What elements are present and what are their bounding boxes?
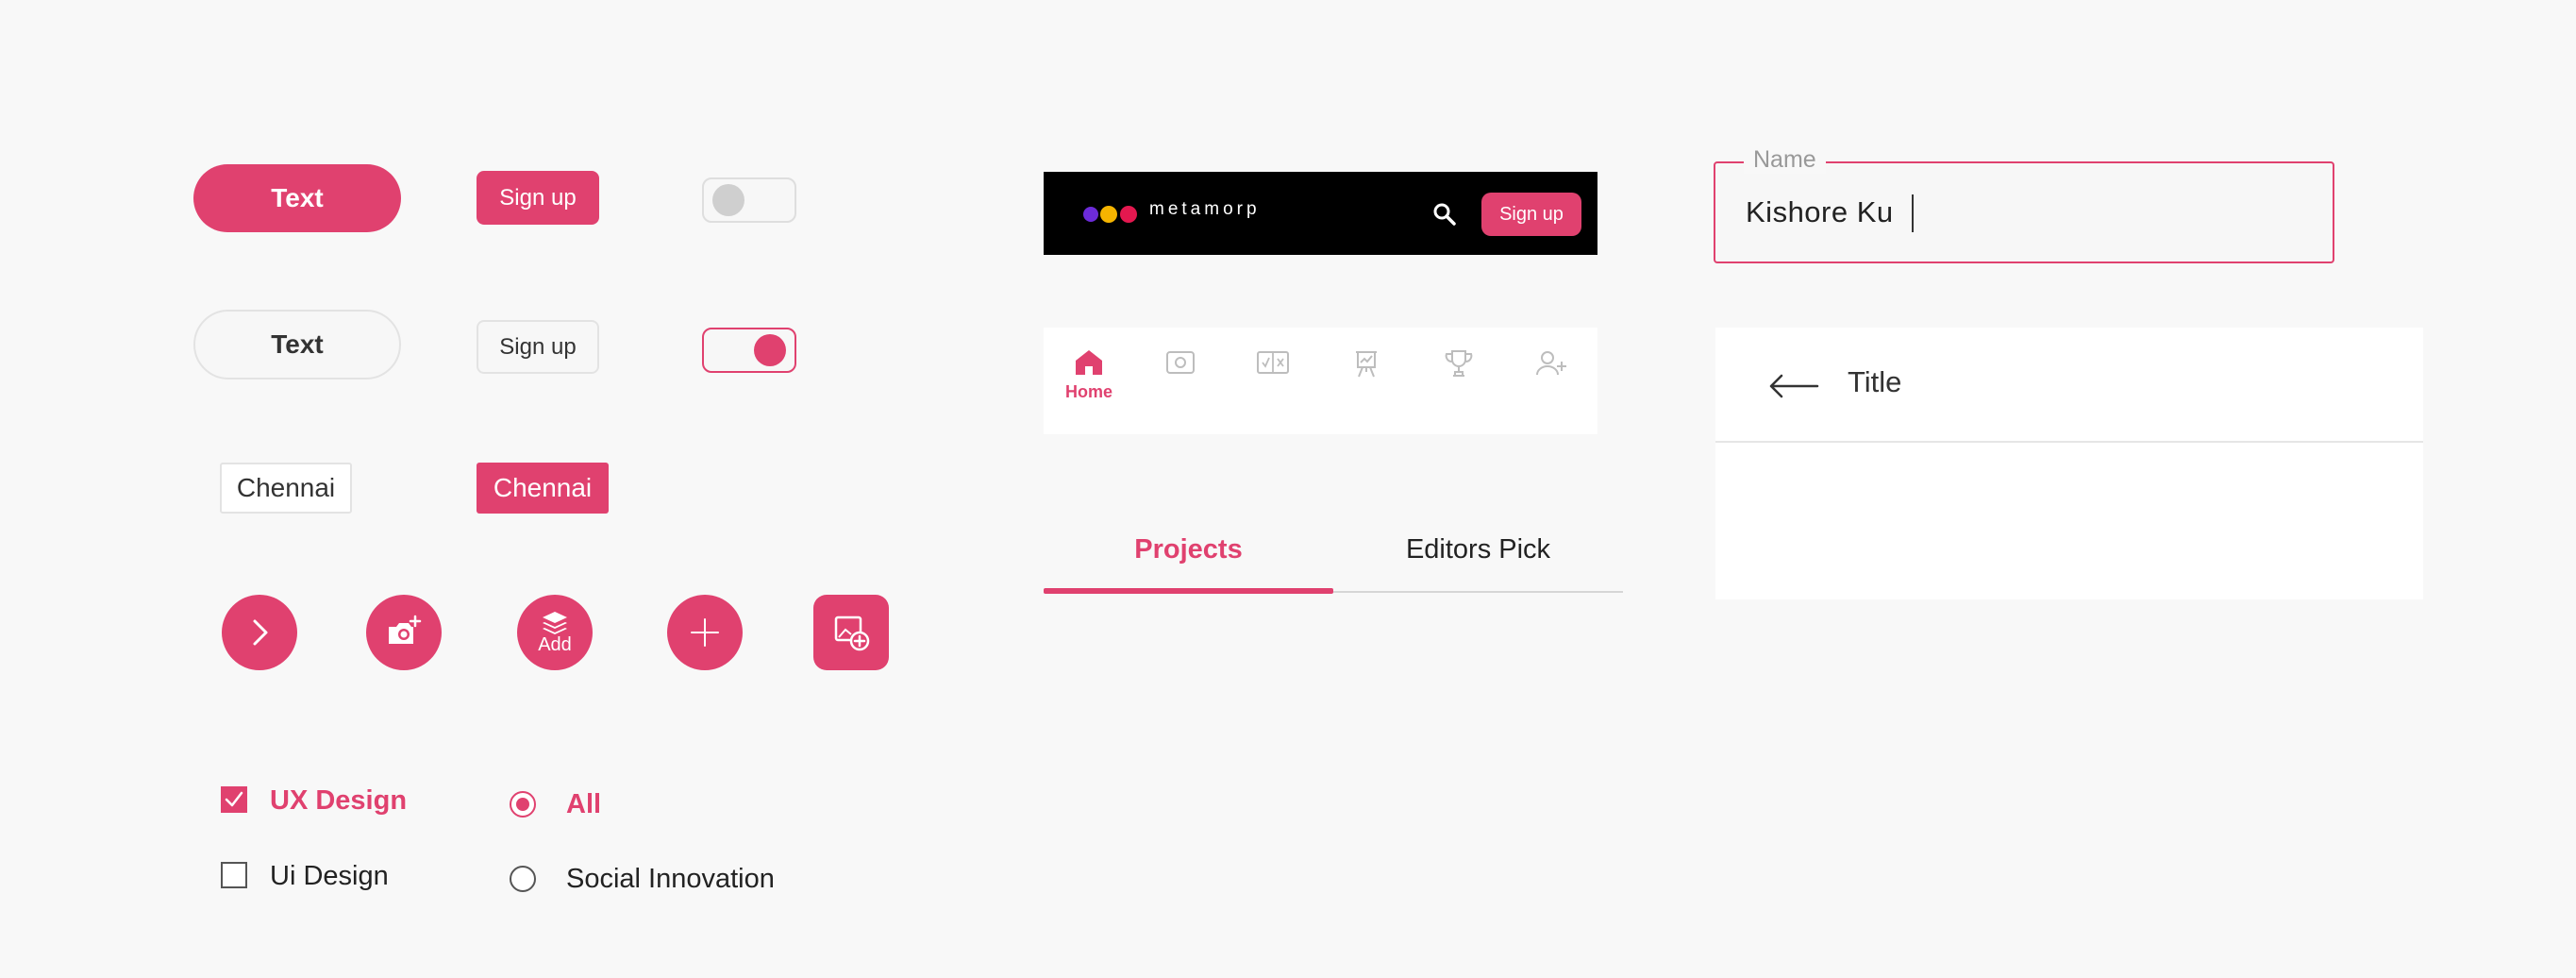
text-pill-button-filled[interactable]: Text bbox=[193, 164, 401, 232]
name-field[interactable]: Name Kishore Ku bbox=[1714, 146, 2334, 263]
arrow-left-icon[interactable] bbox=[1768, 373, 1819, 399]
camera-add-fab-button[interactable] bbox=[366, 595, 442, 670]
plus-icon bbox=[691, 618, 719, 647]
toggle-switch-on[interactable] bbox=[702, 328, 796, 373]
next-fab-button[interactable] bbox=[222, 595, 297, 670]
bottom-nav-presentation[interactable] bbox=[1338, 348, 1395, 414]
plus-fab-button[interactable] bbox=[667, 595, 743, 670]
header-bar: metamorp Sign up bbox=[1044, 172, 1597, 255]
layers-icon bbox=[543, 611, 567, 634]
compare-icon bbox=[1257, 351, 1289, 374]
radio-social-innovation[interactable] bbox=[510, 866, 536, 892]
camera-add-icon bbox=[389, 615, 422, 644]
checkbox-label-ui-design: Ui Design bbox=[270, 861, 389, 891]
add-image-fab-button[interactable] bbox=[813, 595, 889, 670]
checkbox-ui-design[interactable] bbox=[221, 862, 247, 888]
add-image-icon bbox=[834, 615, 870, 651]
photo-icon bbox=[1166, 351, 1195, 374]
signup-button-filled[interactable]: Sign up bbox=[477, 171, 599, 225]
logo-icon bbox=[1083, 206, 1137, 223]
home-icon bbox=[1076, 350, 1102, 375]
bottom-nav-trophy[interactable] bbox=[1430, 348, 1487, 414]
signup-button-outline[interactable]: Sign up bbox=[477, 320, 599, 374]
tab-indicator bbox=[1044, 588, 1333, 594]
chevron-right-icon bbox=[253, 619, 268, 646]
app-bar-card: Title bbox=[1715, 328, 2423, 599]
radio-label-social-innovation: Social Innovation bbox=[566, 864, 775, 894]
trophy-icon bbox=[1445, 350, 1473, 377]
name-field-label: Name bbox=[1744, 146, 1826, 174]
app-bar-title: Title bbox=[1848, 365, 1902, 398]
add-label: Add bbox=[538, 633, 572, 655]
checkbox-ux-design[interactable] bbox=[221, 786, 247, 813]
bottom-nav-home[interactable]: Home bbox=[1061, 348, 1117, 414]
user-add-icon bbox=[1536, 351, 1566, 376]
search-icon[interactable] bbox=[1432, 202, 1457, 227]
text-caret bbox=[1912, 194, 1914, 232]
tab-bar: Projects Editors Pick bbox=[1044, 519, 1623, 595]
bottom-navigation: Home bbox=[1044, 328, 1597, 434]
bottom-nav-user-add[interactable] bbox=[1523, 348, 1580, 414]
chip-chennai-outline[interactable]: Chennai bbox=[220, 463, 352, 514]
radio-label-all: All bbox=[566, 789, 602, 819]
bottom-nav-photo[interactable] bbox=[1152, 348, 1209, 414]
checkmark-icon bbox=[225, 791, 243, 807]
text-pill-button-outline[interactable]: Text bbox=[193, 310, 401, 379]
toggle-knob bbox=[754, 334, 786, 366]
chip-chennai-filled[interactable]: Chennai bbox=[477, 463, 609, 514]
name-field-value[interactable]: Kishore Ku bbox=[1746, 195, 1894, 229]
bottom-nav-home-label: Home bbox=[1064, 382, 1112, 401]
tab-editors-pick[interactable]: Editors Pick bbox=[1333, 519, 1623, 580]
presentation-icon bbox=[1356, 351, 1377, 378]
toggle-switch-off[interactable] bbox=[702, 177, 796, 223]
toggle-knob bbox=[712, 184, 744, 216]
header-signup-button[interactable]: Sign up bbox=[1481, 193, 1581, 236]
radio-all[interactable] bbox=[510, 791, 536, 818]
bottom-nav-compare[interactable] bbox=[1245, 348, 1301, 414]
logo-text: metamorp bbox=[1149, 199, 1261, 219]
checkbox-label-ux-design: UX Design bbox=[270, 785, 408, 816]
app-bar-divider bbox=[1715, 441, 2423, 443]
tab-projects[interactable]: Projects bbox=[1044, 519, 1333, 580]
add-layers-fab-button[interactable]: Add bbox=[517, 595, 593, 670]
